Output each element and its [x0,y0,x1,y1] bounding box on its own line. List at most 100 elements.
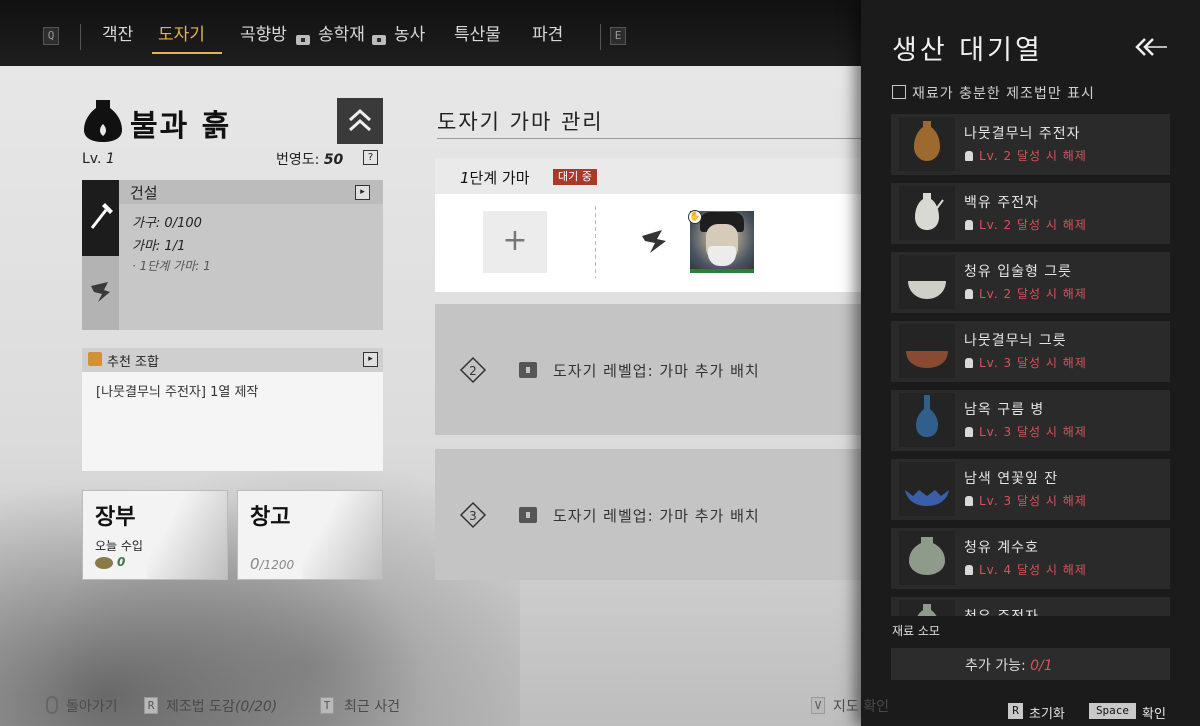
storage-capacity: 0/1200 [250,555,294,573]
ledger-card[interactable]: 장부 오늘 수입 0 [82,490,228,580]
coin-icon [95,557,113,569]
hand-icon [965,565,973,575]
tab-farming[interactable]: 농사 [394,20,425,45]
hand-icon [965,496,973,506]
recipe-name: 청유 주전자 [964,606,1039,616]
tab-gokhyangbang[interactable]: 곡향방 [240,20,287,45]
codex-count: (0/20) [234,699,278,715]
recipe-item[interactable]: 남옥 구름 병 Lv. 3 달성 시 해제 [891,390,1170,451]
recipe-requirement: Lv. 3 달성 시 해제 [979,423,1087,440]
active-tab-indicator [152,52,222,54]
lock-icon [296,35,310,45]
portrait-beard [708,246,736,266]
locked-slot-text: 도자기 레벨업: 가마 추가 배치 [553,507,760,525]
level-label: Lv. [82,151,102,167]
recipe-level: Lv. 3 [979,425,1013,439]
recipe-requirement: Lv. 2 달성 시 해제 [979,147,1087,164]
recipe-requirement: Lv. 3 달성 시 해제 [979,492,1087,509]
confirm-key[interactable]: Space [1089,703,1136,719]
back-label[interactable]: 돌아가기 [66,696,118,716]
hand-icon [965,289,973,299]
expand-arrow-icon[interactable]: ▸ [355,185,370,200]
confirm-label[interactable]: 확인 [1142,703,1166,722]
ewer-icon [914,121,940,161]
hand-icon [965,151,973,161]
collapse-button[interactable] [337,98,383,144]
recipe-item[interactable]: 청유 계수호 Lv. 4 달성 시 해제 [891,528,1170,589]
recipe-item[interactable]: 남색 연꽃잎 잔 Lv. 3 달성 시 해제 [891,459,1170,520]
cup-icon [905,490,949,506]
bowl-icon [908,281,946,299]
tab-pottery[interactable]: 도자기 [158,20,205,45]
recommend-title: 추천 조합 [107,355,159,370]
recipe-condition: 달성 시 해제 [1016,494,1087,508]
level-2-icon: 2 [459,356,487,384]
recipe-level: Lv. 2 [979,149,1013,163]
recipe-item[interactable]: 청유 주전자 [891,597,1170,616]
reset-label[interactable]: 초기화 [1029,703,1065,722]
ledger-income: 0 [117,555,126,569]
recipe-item[interactable]: 나뭇결무늬 그릇 Lv. 3 달성 시 해제 [891,321,1170,382]
thumb-icon [88,352,102,366]
recipe-condition: 달성 시 해제 [1016,356,1087,370]
storage-art [302,491,382,579]
kiln-detail: · 1단계 가마: 1 [132,259,211,273]
recipe-thumbnail [899,393,955,447]
tab-inn[interactable]: 객잔 [102,20,133,45]
ledger-title: 장부 [95,504,136,530]
recipe-item[interactable]: 나뭇결무늬 주전자 Lv. 2 달성 시 해제 [891,114,1170,175]
page-title: 불과 흙 [130,109,232,144]
tab-dispatch[interactable]: 파견 [532,20,563,45]
build-title: 건설 [130,184,158,202]
prosperity-display: 번영도: 50 [276,149,343,169]
recipe-item[interactable]: 청유 입술형 그릇 Lv. 2 달성 시 해제 [891,252,1170,313]
recipe-level: Lv. 2 [979,287,1013,301]
recipe-condition: 달성 시 해제 [1016,425,1087,439]
map-label[interactable]: 지도 확인 [833,696,889,716]
reset-key[interactable]: R [1008,703,1023,719]
recipe-condition: 달성 시 해제 [1016,563,1087,577]
recipe-item[interactable]: 백유 주전자 Lv. 2 달성 시 해제 [891,183,1170,244]
build-tab-worker[interactable] [82,256,119,330]
recipe-name: 남옥 구름 병 [964,402,1045,418]
recipe-name: 청유 계수호 [964,540,1039,556]
build-tab-active[interactable] [82,180,119,256]
tab-divider [80,24,81,50]
status-badge: 대기 중 [553,169,597,185]
filter-checkbox[interactable] [892,85,906,99]
map-key[interactable]: V [811,697,825,714]
chevron-up-icon [348,108,372,132]
recipe-thumbnail [899,324,955,378]
ewer-icon [917,604,937,616]
worker-icon [642,230,666,253]
available-label: 추가 가능: [965,658,1026,674]
help-button[interactable]: ? [363,150,378,165]
available-value: 0/1 [1030,658,1053,674]
available-count: 추가 가능: 0/1 [965,655,1053,675]
next-tab-key[interactable]: E [610,27,626,45]
recipe-thumbnail [899,531,955,585]
tab-specialty[interactable]: 특산물 [454,20,501,45]
expand-arrow-icon[interactable]: ▸ [363,352,378,367]
codex-label[interactable]: 제조법 도감(0/20) [166,696,277,716]
recipe-requirement: Lv. 2 달성 시 해제 [979,216,1087,233]
storage-title: 창고 [250,504,291,530]
recipe-condition: 달성 시 해제 [1016,287,1087,301]
lock-icon [519,362,537,378]
tab-divider [600,24,601,50]
queue-title: 생산 대기열 [892,35,1043,66]
recipe-requirement: Lv. 4 달성 시 해제 [979,561,1087,578]
codex-label-text: 제조법 도감 [166,699,235,715]
add-recipe-button[interactable]: + [483,211,547,273]
recipe-name: 나뭇결무늬 주전자 [964,126,1081,142]
codex-key[interactable]: R [144,697,158,714]
recipe-thumbnail [899,462,955,516]
bowl-icon [906,351,948,368]
events-key[interactable]: T [320,697,334,714]
events-label[interactable]: 최근 사건 [344,696,400,716]
tab-songhakjae[interactable]: 송학재 [318,20,365,45]
back-arrow-icon[interactable] [1133,34,1169,60]
storage-card[interactable]: 창고 0/1200 [237,490,383,580]
prev-tab-key[interactable]: Q [43,27,59,45]
recipe-name: 남색 연꽃잎 잔 [964,471,1059,487]
